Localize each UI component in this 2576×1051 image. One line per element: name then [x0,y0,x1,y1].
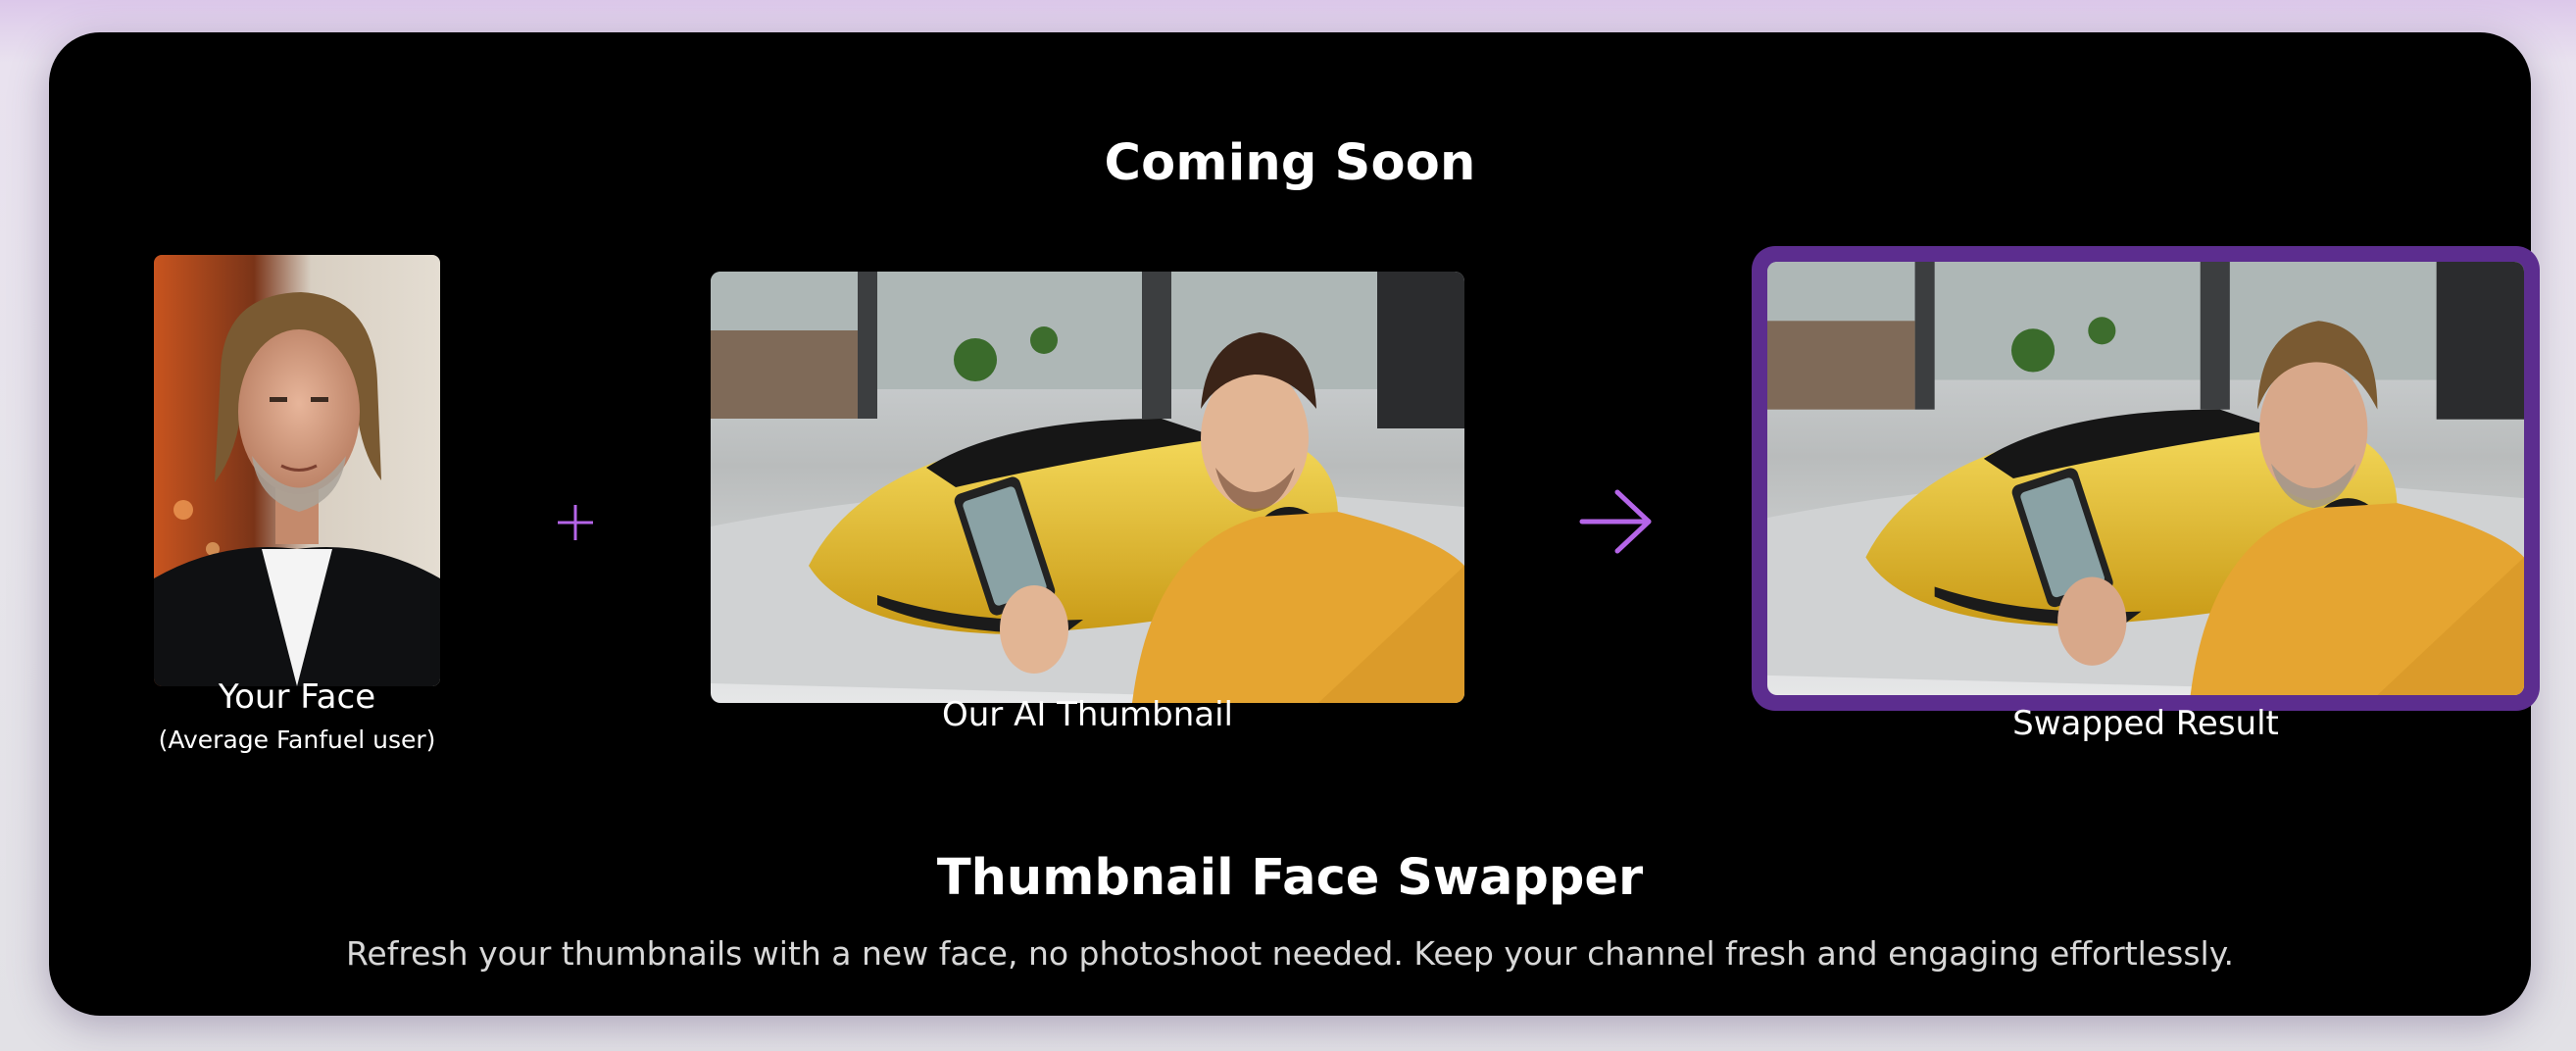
swapped-result-frame [1752,246,2540,711]
swapped-result-image [1767,262,2524,695]
plus-icon [556,503,595,542]
feature-title: Thumbnail Face Swapper [936,849,1644,907]
feature-card: Coming Soon Your Face (Average Fanfuel u… [49,32,2540,1016]
feature-description: Refresh your thumbnails with a new face,… [345,934,2235,973]
face-sublabel: (Average Fanfuel user) [158,726,436,754]
face-photo [154,255,440,686]
ai-thumbnail-image [711,272,1464,703]
result-label: Swapped Result [2012,704,2279,743]
arrow-right-icon [1578,488,1655,555]
face-label: Your Face [218,677,376,717]
section-heading: Coming Soon [1104,134,1476,192]
thumbnail-label: Our AI Thumbnail [941,695,1234,734]
